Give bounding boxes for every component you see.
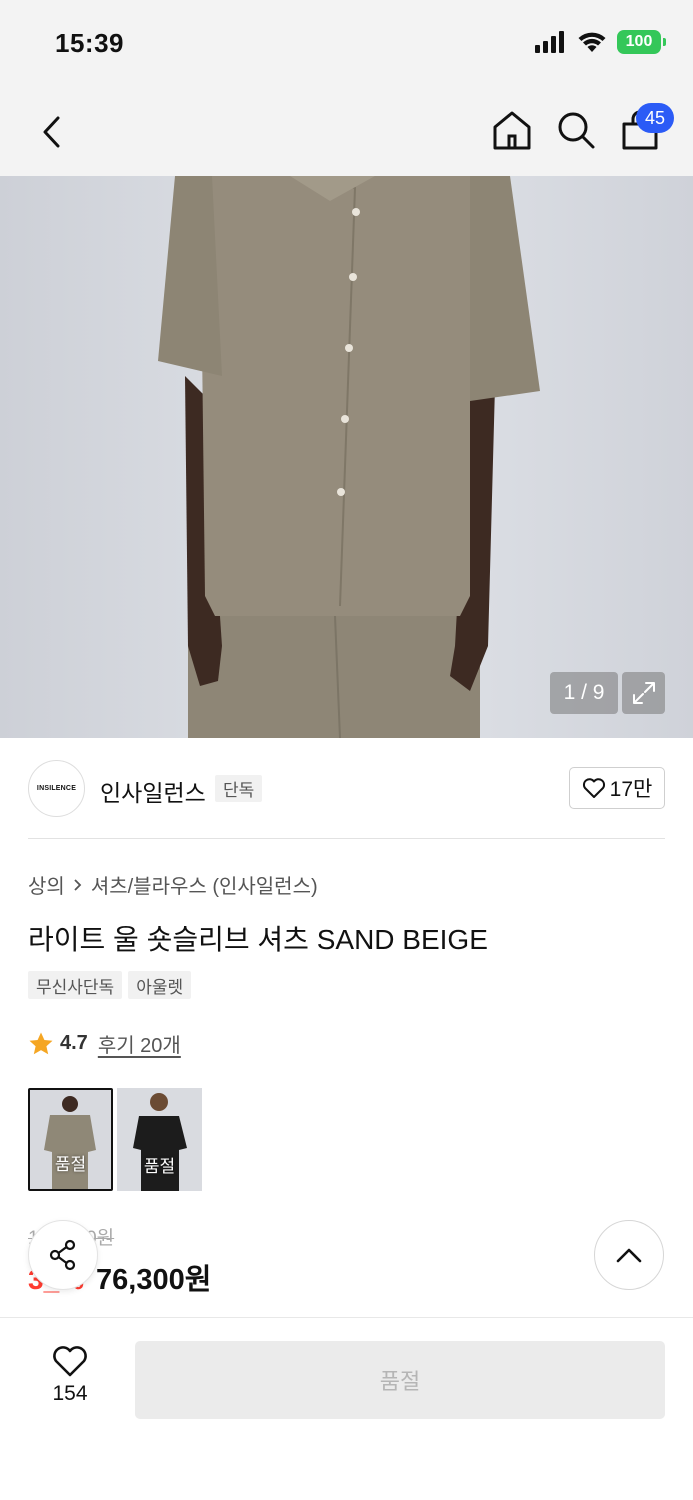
product-title: 라이트 울 숏슬리브 셔츠 SAND BEIGE <box>28 924 488 955</box>
home-button[interactable] <box>490 108 534 152</box>
expand-icon <box>632 682 655 704</box>
search-icon <box>558 112 595 149</box>
wishlist-count: 154 <box>52 1382 88 1405</box>
status-bar: 15:39 100 <box>0 0 693 88</box>
brand-row: INSILENCE 인사일런스 단독 17만 <box>28 758 665 818</box>
back-button[interactable] <box>28 108 76 156</box>
sale-price: 76,300원 <box>96 1264 212 1296</box>
expand-image-button[interactable] <box>622 672 665 714</box>
breadcrumb-subcategory[interactable]: 셔츠/블라우스 (인사일런스) <box>91 870 318 899</box>
brand-like-button[interactable]: 17만 <box>569 767 665 809</box>
nav-bar: 45 <box>0 88 693 176</box>
status-time: 15:39 <box>55 28 124 58</box>
heart-icon <box>582 778 605 798</box>
product-image-gallery[interactable]: 1 / 9 <box>0 176 693 738</box>
wishlist-button[interactable]: 154 <box>28 1344 112 1406</box>
home-icon <box>493 111 531 150</box>
rating-row: 4.7 후기 20개 <box>28 1029 181 1058</box>
cart-count-badge: 45 <box>636 103 674 133</box>
rating-value: 4.7 <box>60 1032 88 1054</box>
product-photo <box>158 176 540 738</box>
product-tags: 무신사단독 아울렛 <box>28 971 192 999</box>
image-counter: 1 / 9 <box>550 672 618 714</box>
share-icon <box>49 1239 76 1271</box>
search-button[interactable] <box>554 108 598 152</box>
heart-icon <box>53 1346 87 1377</box>
color-option-black[interactable]: 품절 <box>117 1088 202 1191</box>
review-link[interactable]: 후기 20개 <box>98 1029 181 1058</box>
divider <box>28 838 665 839</box>
chevron-right-icon <box>74 878 82 891</box>
sold-out-button[interactable]: 품절 <box>135 1341 665 1419</box>
signal-icon <box>535 31 564 53</box>
status-indicators: 100 <box>535 30 666 54</box>
color-option-black-label: 품절 <box>143 1157 176 1176</box>
battery-indicator: 100 <box>617 30 666 54</box>
brand-name[interactable]: 인사일런스 <box>100 774 206 808</box>
brand-like-count: 17만 <box>609 778 653 801</box>
breadcrumb-category[interactable]: 상의 <box>28 870 65 899</box>
color-options: 품절 품절 <box>28 1088 202 1191</box>
brand-exclusive-tag: 단독 <box>215 775 263 802</box>
color-option-beige-label: 품절 <box>54 1155 87 1174</box>
color-option-beige[interactable]: 품절 <box>28 1088 113 1191</box>
star-icon <box>29 1032 53 1054</box>
tag-outlet: 아울렛 <box>128 971 192 999</box>
share-button[interactable] <box>28 1220 98 1290</box>
wifi-icon <box>578 32 606 52</box>
scroll-to-top-button[interactable] <box>594 1220 664 1290</box>
tag-exclusive: 무신사단독 <box>28 971 123 999</box>
brand-logo[interactable]: INSILENCE <box>28 760 85 817</box>
chevron-up-icon <box>616 1248 642 1263</box>
breadcrumb: 상의 셔츠/블라우스 (인사일런스) <box>28 870 318 899</box>
bottom-action-bar: 154 품절 <box>0 1317 693 1500</box>
back-icon <box>43 116 60 148</box>
